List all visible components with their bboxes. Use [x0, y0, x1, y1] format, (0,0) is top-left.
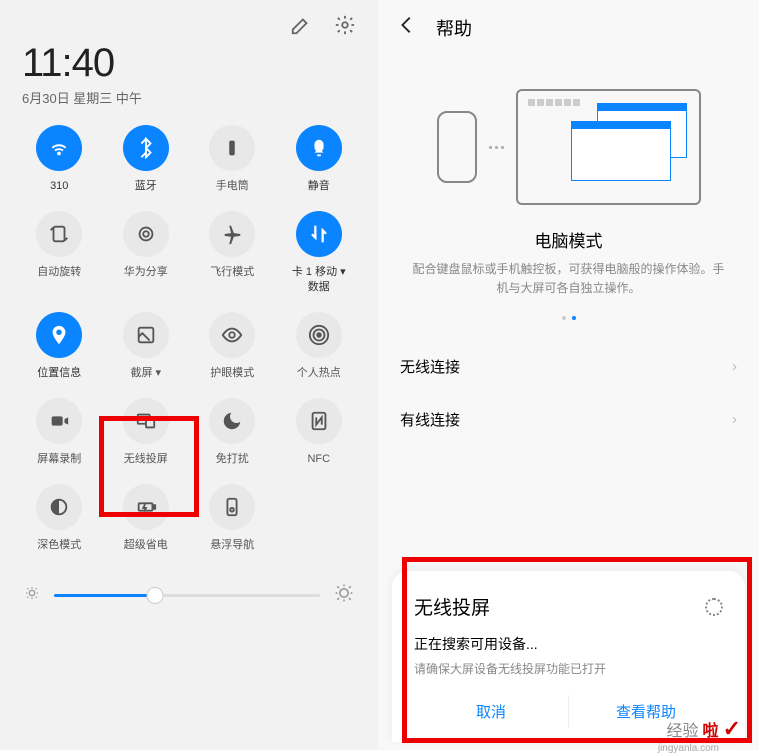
monitor-illustration-icon: [516, 89, 701, 205]
tile-hotspot[interactable]: 个人热点: [276, 312, 363, 380]
tile-eye-comfort[interactable]: 护眼模式: [189, 312, 276, 380]
card-status: 正在搜索可用设备...: [414, 634, 723, 654]
tile-float-nav[interactable]: 悬浮导航: [189, 484, 276, 552]
tile-bluetooth[interactable]: 蓝牙: [103, 125, 190, 193]
watermark: 经验啦 ✓: [667, 716, 741, 742]
tile-wireless-cast[interactable]: 无线投屏: [103, 398, 190, 466]
tile-mobile-data[interactable]: 卡 1 移动 ▾ 数据: [276, 211, 363, 294]
watermark-domain: jingyanla.com: [658, 743, 719, 754]
connection-dots-icon: [489, 146, 504, 149]
page-indicator: [378, 316, 759, 340]
back-arrow-icon[interactable]: [396, 14, 418, 41]
mode-title: 电脑模式: [408, 227, 729, 252]
help-panel: 帮助 电脑模式 配合键盘鼠标或手机触控板，可获得电脑般的操作体验。手机与大屏可各…: [378, 0, 759, 750]
clock-date: 6月30日 星期三 中午: [22, 88, 356, 107]
brightness-high-icon: [334, 583, 354, 608]
phone-illustration-icon: [437, 111, 477, 183]
card-hint: 请确保大屏设备无线投屏功能已打开: [414, 660, 723, 677]
list-item-wired[interactable]: 有线连接 ›: [378, 393, 759, 446]
help-illustration: [378, 55, 759, 221]
cancel-button[interactable]: 取消: [414, 695, 568, 728]
chevron-right-icon: ›: [732, 411, 737, 428]
tile-huawei-share[interactable]: 华为分享: [103, 211, 190, 294]
tile-wifi[interactable]: 310: [16, 125, 103, 193]
chevron-right-icon: ›: [732, 358, 737, 375]
tile-super-battery[interactable]: 超级省电: [103, 484, 190, 552]
help-page-title: 帮助: [436, 15, 472, 41]
card-title: 无线投屏: [414, 593, 490, 620]
tile-auto-rotate[interactable]: 自动旋转: [16, 211, 103, 294]
tile-screen-record[interactable]: 屏幕录制: [16, 398, 103, 466]
loading-spinner-icon: [705, 598, 723, 616]
brightness-low-icon: [24, 585, 40, 606]
settings-gear-icon[interactable]: [334, 14, 356, 41]
tile-dark-mode[interactable]: 深色模式: [16, 484, 103, 552]
tile-do-not-disturb[interactable]: 免打扰: [189, 398, 276, 466]
brightness-slider[interactable]: [54, 594, 320, 597]
tile-mute[interactable]: 静音: [276, 125, 363, 193]
mode-description: 配合键盘鼠标或手机触控板，可获得电脑般的操作体验。手机与大屏可各自独立操作。: [408, 260, 729, 298]
tile-flashlight[interactable]: 手电筒: [189, 125, 276, 193]
tile-airplane[interactable]: 飞行模式: [189, 211, 276, 294]
quick-settings-panel: 11:40 6月30日 星期三 中午 310 蓝牙 手电筒 静音 自动旋转 华为…: [0, 0, 378, 750]
quick-settings-grid: 310 蓝牙 手电筒 静音 自动旋转 华为分享 飞行模式 卡 1 移动 ▾ 数据…: [0, 117, 378, 553]
list-item-wireless[interactable]: 无线连接 ›: [378, 340, 759, 393]
tile-location[interactable]: 位置信息: [16, 312, 103, 380]
edit-icon[interactable]: [290, 14, 312, 41]
brightness-slider-row: [0, 553, 378, 608]
tile-screenshot[interactable]: 截屏 ▾: [103, 312, 190, 380]
clock-time: 11:40: [22, 41, 356, 86]
tile-nfc[interactable]: NFC: [276, 398, 363, 466]
